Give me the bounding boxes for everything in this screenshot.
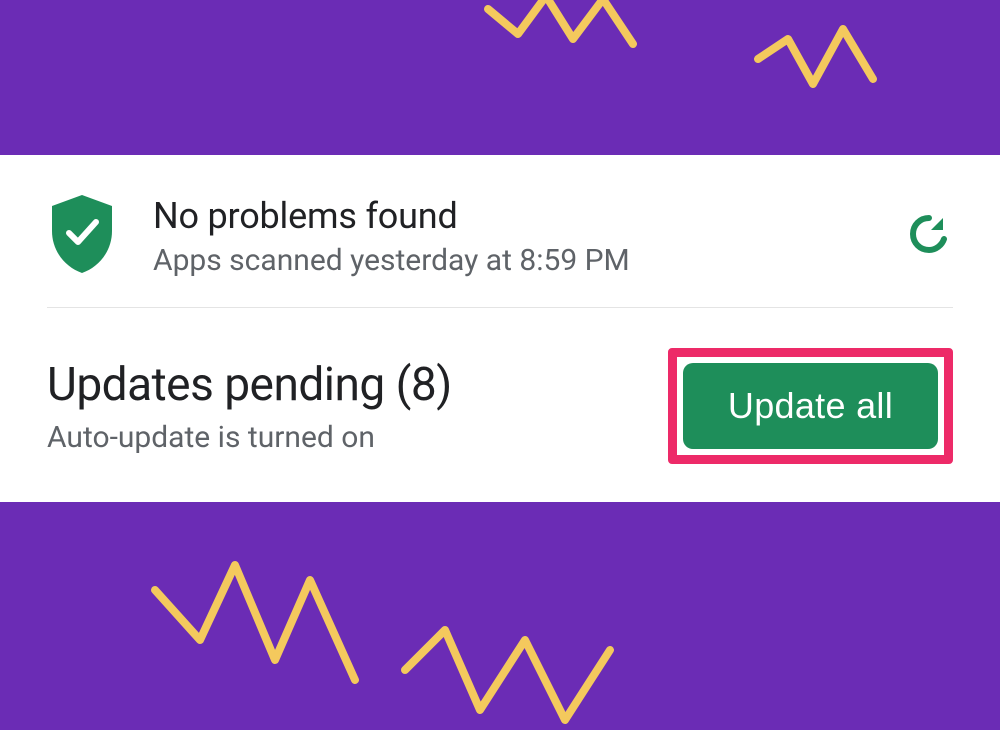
update-all-button[interactable]: Update all <box>683 363 938 449</box>
scan-status-text: No problems found Apps scanned yesterday… <box>153 195 869 278</box>
scan-status-subtitle: Apps scanned yesterday at 8:59 PM <box>153 243 869 278</box>
updates-card: No problems found Apps scanned yesterday… <box>0 155 1000 502</box>
updates-pending-row: Updates pending (8) Auto-update is turne… <box>47 308 953 464</box>
decorative-zigzag-icon <box>145 550 665 730</box>
scan-status-title: No problems found <box>153 195 869 237</box>
refresh-button[interactable] <box>905 210 953 262</box>
scan-status-row: No problems found Apps scanned yesterday… <box>47 193 953 308</box>
highlight-annotation: Update all <box>668 348 953 464</box>
updates-pending-text: Updates pending (8) Auto-update is turne… <box>47 358 452 455</box>
decorative-zigzag-icon <box>478 0 888 94</box>
shield-check-icon <box>47 193 117 279</box>
refresh-icon <box>905 210 953 258</box>
updates-pending-title: Updates pending (8) <box>47 358 452 412</box>
updates-pending-subtitle: Auto-update is turned on <box>47 420 452 455</box>
